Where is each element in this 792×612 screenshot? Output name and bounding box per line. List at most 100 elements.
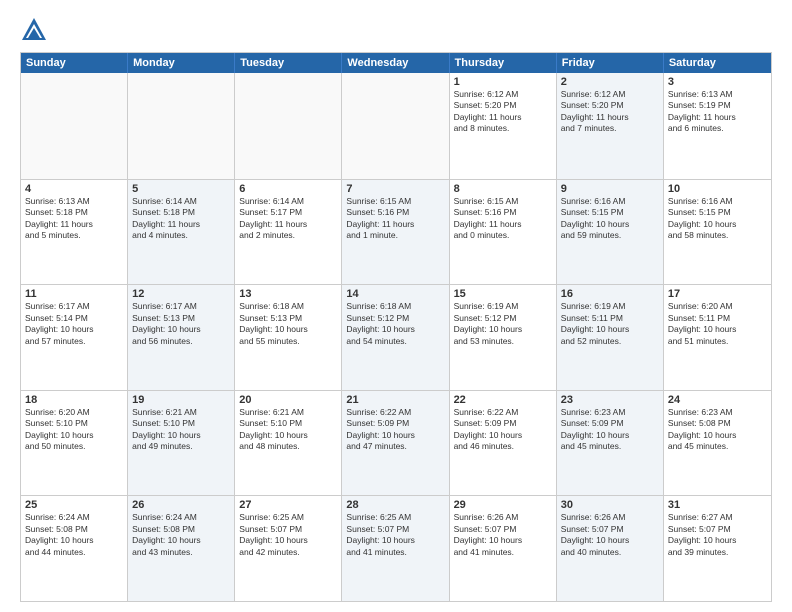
- calendar-cell-27: 27Sunrise: 6:25 AM Sunset: 5:07 PM Dayli…: [235, 496, 342, 601]
- calendar-row-3: 11Sunrise: 6:17 AM Sunset: 5:14 PM Dayli…: [21, 284, 771, 390]
- day-info: Sunrise: 6:15 AM Sunset: 5:16 PM Dayligh…: [454, 196, 552, 242]
- day-number: 20: [239, 394, 337, 406]
- header-day-thursday: Thursday: [450, 53, 557, 73]
- day-number: 13: [239, 288, 337, 300]
- day-number: 24: [668, 394, 767, 406]
- calendar-cell-empty-0-2: [235, 73, 342, 179]
- calendar-cell-4: 4Sunrise: 6:13 AM Sunset: 5:18 PM Daylig…: [21, 180, 128, 285]
- day-info: Sunrise: 6:24 AM Sunset: 5:08 PM Dayligh…: [132, 512, 230, 558]
- calendar-cell-14: 14Sunrise: 6:18 AM Sunset: 5:12 PM Dayli…: [342, 285, 449, 390]
- calendar-cell-5: 5Sunrise: 6:14 AM Sunset: 5:18 PM Daylig…: [128, 180, 235, 285]
- day-number: 23: [561, 394, 659, 406]
- calendar-cell-8: 8Sunrise: 6:15 AM Sunset: 5:16 PM Daylig…: [450, 180, 557, 285]
- calendar-cell-18: 18Sunrise: 6:20 AM Sunset: 5:10 PM Dayli…: [21, 391, 128, 496]
- day-info: Sunrise: 6:18 AM Sunset: 5:12 PM Dayligh…: [346, 301, 444, 347]
- page: SundayMondayTuesdayWednesdayThursdayFrid…: [0, 0, 792, 612]
- calendar-cell-16: 16Sunrise: 6:19 AM Sunset: 5:11 PM Dayli…: [557, 285, 664, 390]
- day-info: Sunrise: 6:20 AM Sunset: 5:11 PM Dayligh…: [668, 301, 767, 347]
- calendar-row-5: 25Sunrise: 6:24 AM Sunset: 5:08 PM Dayli…: [21, 495, 771, 601]
- day-number: 12: [132, 288, 230, 300]
- calendar-cell-17: 17Sunrise: 6:20 AM Sunset: 5:11 PM Dayli…: [664, 285, 771, 390]
- calendar-cell-12: 12Sunrise: 6:17 AM Sunset: 5:13 PM Dayli…: [128, 285, 235, 390]
- day-number: 28: [346, 499, 444, 511]
- day-info: Sunrise: 6:21 AM Sunset: 5:10 PM Dayligh…: [132, 407, 230, 453]
- day-info: Sunrise: 6:20 AM Sunset: 5:10 PM Dayligh…: [25, 407, 123, 453]
- day-info: Sunrise: 6:15 AM Sunset: 5:16 PM Dayligh…: [346, 196, 444, 242]
- calendar-cell-25: 25Sunrise: 6:24 AM Sunset: 5:08 PM Dayli…: [21, 496, 128, 601]
- day-number: 1: [454, 76, 552, 88]
- day-info: Sunrise: 6:22 AM Sunset: 5:09 PM Dayligh…: [346, 407, 444, 453]
- day-info: Sunrise: 6:13 AM Sunset: 5:19 PM Dayligh…: [668, 89, 767, 135]
- calendar-cell-22: 22Sunrise: 6:22 AM Sunset: 5:09 PM Dayli…: [450, 391, 557, 496]
- calendar-cell-26: 26Sunrise: 6:24 AM Sunset: 5:08 PM Dayli…: [128, 496, 235, 601]
- calendar-row-4: 18Sunrise: 6:20 AM Sunset: 5:10 PM Dayli…: [21, 390, 771, 496]
- header-day-wednesday: Wednesday: [342, 53, 449, 73]
- calendar-cell-24: 24Sunrise: 6:23 AM Sunset: 5:08 PM Dayli…: [664, 391, 771, 496]
- day-info: Sunrise: 6:25 AM Sunset: 5:07 PM Dayligh…: [346, 512, 444, 558]
- calendar-cell-29: 29Sunrise: 6:26 AM Sunset: 5:07 PM Dayli…: [450, 496, 557, 601]
- day-number: 11: [25, 288, 123, 300]
- day-info: Sunrise: 6:27 AM Sunset: 5:07 PM Dayligh…: [668, 512, 767, 558]
- day-info: Sunrise: 6:17 AM Sunset: 5:13 PM Dayligh…: [132, 301, 230, 347]
- calendar-cell-empty-0-0: [21, 73, 128, 179]
- day-info: Sunrise: 6:24 AM Sunset: 5:08 PM Dayligh…: [25, 512, 123, 558]
- day-number: 14: [346, 288, 444, 300]
- calendar: SundayMondayTuesdayWednesdayThursdayFrid…: [20, 52, 772, 602]
- day-number: 22: [454, 394, 552, 406]
- calendar-cell-15: 15Sunrise: 6:19 AM Sunset: 5:12 PM Dayli…: [450, 285, 557, 390]
- day-number: 15: [454, 288, 552, 300]
- calendar-cell-1: 1Sunrise: 6:12 AM Sunset: 5:20 PM Daylig…: [450, 73, 557, 179]
- day-info: Sunrise: 6:26 AM Sunset: 5:07 PM Dayligh…: [561, 512, 659, 558]
- calendar-cell-30: 30Sunrise: 6:26 AM Sunset: 5:07 PM Dayli…: [557, 496, 664, 601]
- calendar-cell-19: 19Sunrise: 6:21 AM Sunset: 5:10 PM Dayli…: [128, 391, 235, 496]
- calendar-cell-3: 3Sunrise: 6:13 AM Sunset: 5:19 PM Daylig…: [664, 73, 771, 179]
- calendar-cell-7: 7Sunrise: 6:15 AM Sunset: 5:16 PM Daylig…: [342, 180, 449, 285]
- calendar-cell-empty-0-1: [128, 73, 235, 179]
- calendar-cell-28: 28Sunrise: 6:25 AM Sunset: 5:07 PM Dayli…: [342, 496, 449, 601]
- day-number: 19: [132, 394, 230, 406]
- calendar-body: 1Sunrise: 6:12 AM Sunset: 5:20 PM Daylig…: [21, 73, 771, 601]
- day-number: 25: [25, 499, 123, 511]
- day-info: Sunrise: 6:19 AM Sunset: 5:11 PM Dayligh…: [561, 301, 659, 347]
- day-number: 9: [561, 183, 659, 195]
- day-number: 5: [132, 183, 230, 195]
- day-info: Sunrise: 6:23 AM Sunset: 5:08 PM Dayligh…: [668, 407, 767, 453]
- calendar-cell-11: 11Sunrise: 6:17 AM Sunset: 5:14 PM Dayli…: [21, 285, 128, 390]
- header-day-tuesday: Tuesday: [235, 53, 342, 73]
- day-number: 26: [132, 499, 230, 511]
- calendar-cell-23: 23Sunrise: 6:23 AM Sunset: 5:09 PM Dayli…: [557, 391, 664, 496]
- calendar-row-1: 1Sunrise: 6:12 AM Sunset: 5:20 PM Daylig…: [21, 73, 771, 179]
- day-info: Sunrise: 6:23 AM Sunset: 5:09 PM Dayligh…: [561, 407, 659, 453]
- day-info: Sunrise: 6:22 AM Sunset: 5:09 PM Dayligh…: [454, 407, 552, 453]
- calendar-row-2: 4Sunrise: 6:13 AM Sunset: 5:18 PM Daylig…: [21, 179, 771, 285]
- day-number: 21: [346, 394, 444, 406]
- calendar-cell-9: 9Sunrise: 6:16 AM Sunset: 5:15 PM Daylig…: [557, 180, 664, 285]
- day-info: Sunrise: 6:25 AM Sunset: 5:07 PM Dayligh…: [239, 512, 337, 558]
- day-info: Sunrise: 6:16 AM Sunset: 5:15 PM Dayligh…: [668, 196, 767, 242]
- day-info: Sunrise: 6:13 AM Sunset: 5:18 PM Dayligh…: [25, 196, 123, 242]
- header-day-monday: Monday: [128, 53, 235, 73]
- day-number: 3: [668, 76, 767, 88]
- day-info: Sunrise: 6:26 AM Sunset: 5:07 PM Dayligh…: [454, 512, 552, 558]
- day-number: 8: [454, 183, 552, 195]
- day-info: Sunrise: 6:14 AM Sunset: 5:17 PM Dayligh…: [239, 196, 337, 242]
- day-info: Sunrise: 6:14 AM Sunset: 5:18 PM Dayligh…: [132, 196, 230, 242]
- day-number: 17: [668, 288, 767, 300]
- day-info: Sunrise: 6:19 AM Sunset: 5:12 PM Dayligh…: [454, 301, 552, 347]
- calendar-header: SundayMondayTuesdayWednesdayThursdayFrid…: [21, 53, 771, 73]
- day-number: 31: [668, 499, 767, 511]
- day-number: 6: [239, 183, 337, 195]
- day-info: Sunrise: 6:12 AM Sunset: 5:20 PM Dayligh…: [454, 89, 552, 135]
- logo: [20, 16, 52, 44]
- day-info: Sunrise: 6:18 AM Sunset: 5:13 PM Dayligh…: [239, 301, 337, 347]
- day-number: 16: [561, 288, 659, 300]
- header: [20, 16, 772, 44]
- calendar-cell-21: 21Sunrise: 6:22 AM Sunset: 5:09 PM Dayli…: [342, 391, 449, 496]
- calendar-cell-31: 31Sunrise: 6:27 AM Sunset: 5:07 PM Dayli…: [664, 496, 771, 601]
- day-info: Sunrise: 6:12 AM Sunset: 5:20 PM Dayligh…: [561, 89, 659, 135]
- header-day-sunday: Sunday: [21, 53, 128, 73]
- day-number: 4: [25, 183, 123, 195]
- calendar-cell-13: 13Sunrise: 6:18 AM Sunset: 5:13 PM Dayli…: [235, 285, 342, 390]
- calendar-cell-6: 6Sunrise: 6:14 AM Sunset: 5:17 PM Daylig…: [235, 180, 342, 285]
- calendar-cell-2: 2Sunrise: 6:12 AM Sunset: 5:20 PM Daylig…: [557, 73, 664, 179]
